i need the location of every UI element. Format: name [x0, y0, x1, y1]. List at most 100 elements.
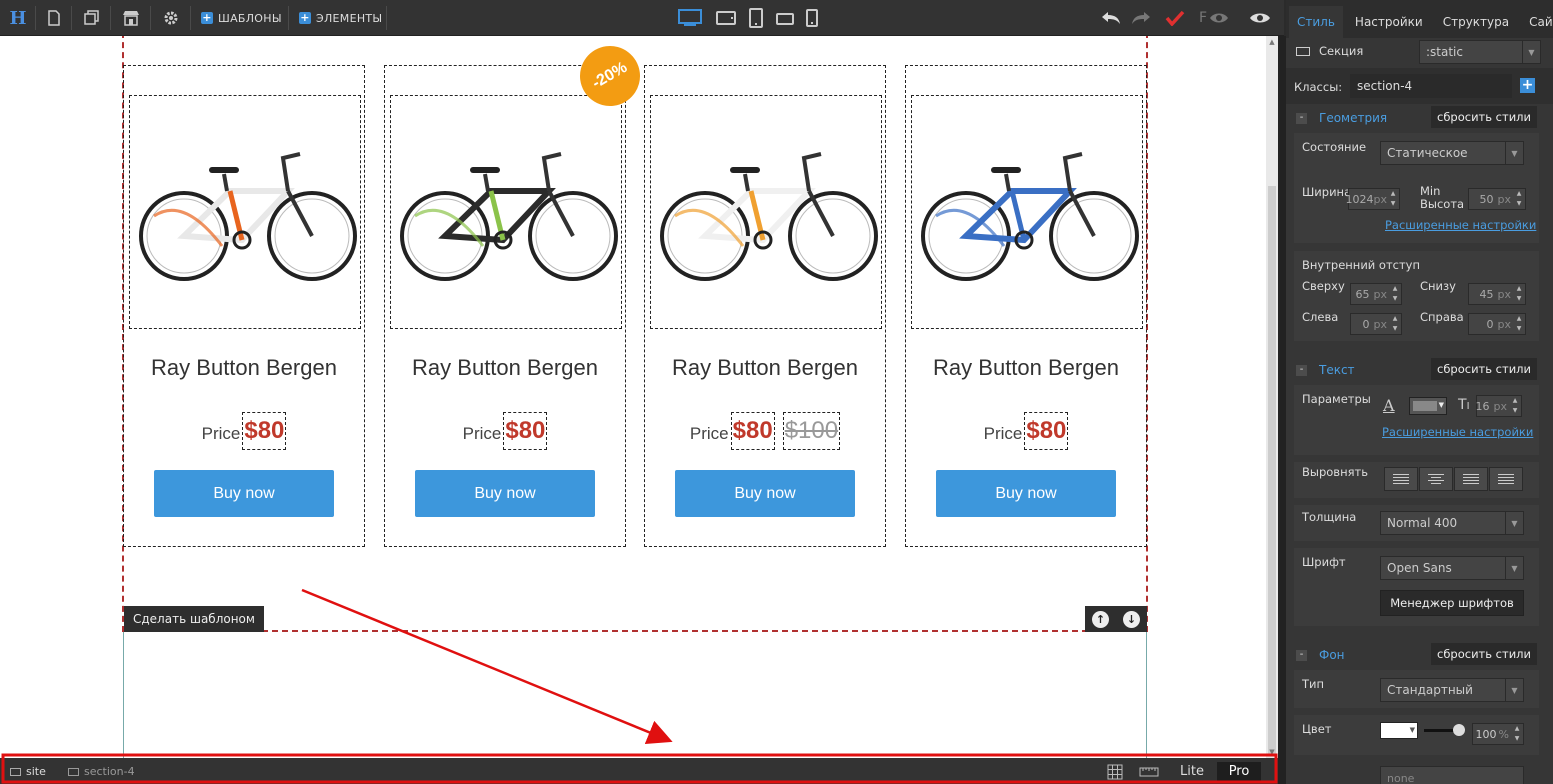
product-title[interactable]: Ray Button Bergen — [645, 355, 885, 381]
stepper-icon[interactable]: ▲ ▼ — [1388, 189, 1398, 209]
padding-top-input[interactable]: 65 px ▲ ▼ — [1350, 283, 1402, 305]
stepper-icon[interactable]: ▲ ▼ — [1510, 396, 1520, 416]
padding-bottom-input[interactable]: 45 px ▲ ▼ — [1468, 283, 1526, 305]
stepper-icon[interactable]: ▲ ▼ — [1390, 284, 1400, 304]
publish-check-icon[interactable] — [1162, 6, 1188, 30]
templates-button[interactable]: + ШАБЛОНЫ — [201, 8, 282, 28]
desktop-view-icon[interactable] — [676, 6, 704, 30]
geometry-advanced-link[interactable]: Расширенные настройки — [1385, 218, 1536, 232]
move-down-icon[interactable]: ↓ — [1123, 610, 1140, 628]
lite-mode-button[interactable]: Lite — [1172, 762, 1212, 781]
geometry-group-header[interactable]: - Геометрия сбросить стили — [1294, 106, 1545, 130]
price-value[interactable]: $80 — [730, 412, 775, 450]
bike-image[interactable] — [390, 95, 622, 329]
price-label[interactable]: Price — [202, 424, 241, 444]
align-justify-icon[interactable] — [1489, 467, 1523, 491]
product-title[interactable]: Ray Button Bergen — [385, 355, 625, 381]
tab-structure[interactable]: Структура — [1435, 6, 1517, 38]
opacity-slider-handle[interactable] — [1453, 724, 1465, 736]
min-height-input[interactable]: 50 px ▲ ▼ — [1468, 188, 1526, 210]
buy-now-button[interactable]: Buy now — [154, 470, 334, 517]
price-value[interactable]: $80 — [1024, 412, 1069, 450]
align-right-icon[interactable] — [1454, 467, 1488, 491]
bg-image-select[interactable]: none — [1380, 766, 1524, 784]
tablet-portrait-icon[interactable] — [746, 6, 766, 30]
stepper-icon[interactable]: ▲ ▼ — [1514, 189, 1524, 209]
price-label[interactable]: Price — [463, 424, 502, 444]
padding-right-input[interactable]: 0 px ▲ ▼ — [1468, 313, 1526, 335]
redo-icon[interactable] — [1128, 6, 1154, 30]
bike-image[interactable] — [911, 95, 1143, 329]
scrollbar-thumb[interactable] — [1268, 186, 1276, 756]
text-color-picker[interactable]: ▼ — [1409, 397, 1447, 415]
font-size-input[interactable]: 16 px ▲ ▼ — [1476, 395, 1522, 417]
move-up-icon[interactable]: ↑ — [1092, 610, 1109, 628]
classes-input[interactable]: section-4 — [1350, 74, 1512, 98]
bike-image[interactable] — [650, 95, 882, 329]
state-value-select[interactable]: Статическое ▼ — [1380, 141, 1524, 165]
product-card[interactable]: Ray Button Bergen Price $80 Buy now — [123, 65, 365, 547]
tab-style[interactable]: Стиль — [1289, 6, 1343, 38]
tablet-landscape-icon[interactable] — [714, 6, 738, 30]
price-value[interactable]: $80 — [242, 412, 287, 450]
scroll-down-icon[interactable]: ▼ — [1268, 748, 1276, 756]
preview-eye-icon[interactable] — [1246, 6, 1274, 30]
undo-icon[interactable] — [1098, 6, 1124, 30]
breadcrumb-site[interactable]: site — [10, 765, 46, 778]
page-canvas[interactable]: Ray Button Bergen Price $80 Buy now Ray Butt… — [0, 36, 1266, 758]
phone-portrait-icon[interactable] — [804, 6, 820, 30]
elements-button[interactable]: + ЭЛЕМЕНТЫ — [299, 8, 382, 28]
add-class-icon[interactable]: + — [1520, 78, 1535, 93]
buy-now-button[interactable]: Buy now — [675, 470, 855, 517]
weight-select[interactable]: Normal 400 ▼ — [1380, 511, 1524, 535]
bg-color-picker[interactable]: ▼ — [1380, 722, 1418, 739]
text-group-header[interactable]: - Текст сбросить стили — [1294, 358, 1545, 382]
stepper-icon[interactable]: ▲ ▼ — [1390, 314, 1400, 334]
logo-icon[interactable]: H — [6, 6, 30, 30]
text-color-icon[interactable]: A — [1383, 396, 1395, 415]
bike-image[interactable] — [129, 95, 361, 329]
price-value[interactable]: $80 — [503, 412, 548, 450]
f-preview-button[interactable]: F — [1195, 6, 1233, 30]
duplicate-icon[interactable] — [80, 6, 104, 30]
stepper-icon[interactable]: ▲ ▼ — [1514, 314, 1524, 334]
product-title[interactable]: Ray Button Bergen — [906, 355, 1146, 381]
breadcrumb-section[interactable]: section-4 — [68, 765, 135, 778]
stepper-icon[interactable]: ▲ ▼ — [1514, 284, 1524, 304]
tab-settings[interactable]: Настройки — [1347, 6, 1431, 38]
pro-mode-button[interactable]: Pro — [1217, 762, 1261, 781]
product-card[interactable]: Ray Button Bergen Price $80 Buy now — [384, 65, 626, 547]
price-label[interactable]: Price — [690, 424, 729, 444]
old-price-value[interactable]: $100 — [782, 412, 841, 450]
buy-now-button[interactable]: Buy now — [415, 470, 595, 517]
reset-background-button[interactable]: сбросить стили — [1431, 643, 1537, 665]
make-template-button[interactable]: Сделать шаблоном — [124, 606, 264, 632]
width-input[interactable]: 1024 px ▲ ▼ — [1346, 188, 1400, 210]
ruler-icon[interactable] — [1136, 762, 1162, 781]
buy-now-button[interactable]: Buy now — [936, 470, 1116, 517]
product-card[interactable]: Ray Button Bergen Price $80 $100 Buy now — [644, 65, 886, 547]
text-advanced-link[interactable]: Расширенные настройки — [1382, 425, 1533, 439]
price-label[interactable]: Price — [984, 424, 1023, 444]
product-card[interactable]: Ray Button Bergen Price $80 Buy now — [905, 65, 1147, 547]
stepper-icon[interactable]: ▲ ▼ — [1512, 724, 1522, 744]
gear-icon[interactable] — [158, 6, 184, 30]
opacity-input[interactable]: 100% ▲ ▼ — [1472, 723, 1524, 745]
canvas-scrollbar[interactable]: ▲ ▼ — [1266, 36, 1278, 758]
grid-icon[interactable] — [1104, 762, 1126, 781]
font-select[interactable]: Open Sans ▼ — [1380, 556, 1524, 580]
bg-type-select[interactable]: Стандартный ▼ — [1380, 678, 1524, 702]
align-center-icon[interactable] — [1419, 467, 1453, 491]
align-left-icon[interactable] — [1384, 467, 1418, 491]
reset-geometry-button[interactable]: сбросить стили — [1431, 106, 1537, 128]
font-manager-button[interactable]: Менеджер шрифтов — [1380, 590, 1524, 616]
phone-landscape-icon[interactable] — [774, 6, 796, 30]
product-title[interactable]: Ray Button Bergen — [124, 355, 364, 381]
scroll-up-icon[interactable]: ▲ — [1268, 38, 1276, 46]
state-select[interactable]: :static ▼ — [1419, 40, 1541, 64]
tab-site[interactable]: Сайт — [1521, 6, 1553, 38]
store-icon[interactable] — [118, 6, 144, 30]
reset-text-button[interactable]: сбросить стили — [1431, 358, 1537, 380]
padding-left-input[interactable]: 0 px ▲ ▼ — [1350, 313, 1402, 335]
new-page-icon[interactable] — [42, 6, 66, 30]
